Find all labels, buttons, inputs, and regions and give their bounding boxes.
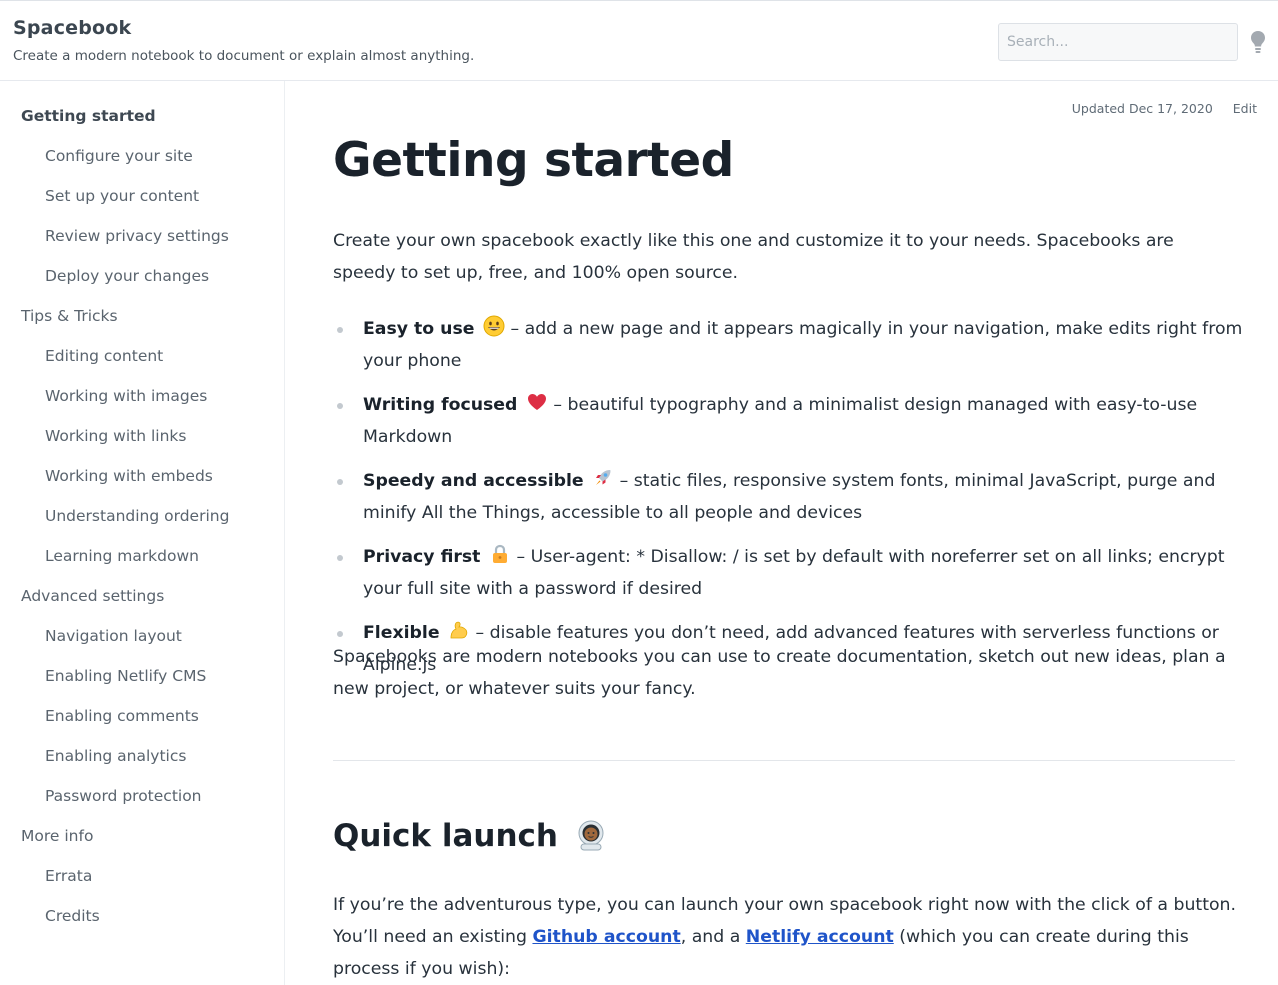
list-item: Speedy and accessible – static files, re… <box>333 465 1243 529</box>
feature-title: Privacy first <box>363 547 481 567</box>
sidebar-section-more-info[interactable]: More info <box>21 827 93 845</box>
feature-title: Speedy and accessible <box>363 471 584 491</box>
sidebar-item-working-with-images[interactable]: Working with images <box>45 387 207 405</box>
bullet-dot <box>337 631 343 637</box>
updated-date: Updated Dec 17, 2020 <box>1071 101 1213 116</box>
list-item: Privacy first – User-agent: * Disallow: … <box>333 541 1243 605</box>
sidebar-item-configure-your-site[interactable]: Configure your site <box>45 147 193 165</box>
sidebar-section-getting-started[interactable]: Getting started <box>21 107 156 125</box>
sidebar-item-enabling-analytics[interactable]: Enabling analytics <box>45 747 186 765</box>
bullet-dot <box>337 403 343 409</box>
sidebar-item-errata[interactable]: Errata <box>45 867 92 885</box>
sidebar-item-password-protection[interactable]: Password protection <box>45 787 202 805</box>
lightbulb-icon[interactable] <box>1249 29 1267 57</box>
sidebar-item-working-with-links[interactable]: Working with links <box>45 427 186 445</box>
feature-list: Easy to use – add a new page and it appe… <box>333 313 1243 693</box>
feature-title: Easy to use <box>363 319 475 339</box>
site-tagline: Create a modern notebook to document or … <box>13 48 475 64</box>
sidebar-item-review-privacy-settings[interactable]: Review privacy settings <box>45 227 229 245</box>
search-input[interactable] <box>998 23 1238 61</box>
site-title[interactable]: Spacebook <box>13 17 131 39</box>
main-content: Updated Dec 17, 2020 Edit Getting starte… <box>285 81 1278 985</box>
github-account-link[interactable]: Github account <box>532 927 680 947</box>
sidebar-section-tips-tricks[interactable]: Tips & Tricks <box>21 307 118 325</box>
edit-link[interactable]: Edit <box>1233 101 1257 116</box>
quick-launch-title: Quick launch <box>333 818 558 854</box>
sidebar-item-editing-content[interactable]: Editing content <box>45 347 163 365</box>
sidebar-item-working-with-embeds[interactable]: Working with embeds <box>45 467 213 485</box>
feature-title: Writing focused <box>363 395 518 415</box>
sidebar-item-credits[interactable]: Credits <box>45 907 100 925</box>
list-item: Writing focused – beautiful typography a… <box>333 389 1243 453</box>
bullet-dot <box>337 555 343 561</box>
astronaut-icon <box>578 820 604 851</box>
page-meta: Updated Dec 17, 2020 Edit <box>1072 101 1257 116</box>
section-divider <box>333 760 1235 761</box>
lock-icon <box>492 544 507 563</box>
quick-launch-heading: Quick launch <box>333 818 607 854</box>
sidebar-item-navigation-layout[interactable]: Navigation layout <box>45 627 182 645</box>
sidebar-item-set-up-your-content[interactable]: Set up your content <box>45 187 199 205</box>
list-item: Easy to use – add a new page and it appe… <box>333 313 1243 377</box>
netlify-account-link[interactable]: Netlify account <box>746 927 894 947</box>
sidebar-item-enabling-netlify-cms[interactable]: Enabling Netlify CMS <box>45 667 206 685</box>
sidebar-item-understanding-ordering[interactable]: Understanding ordering <box>45 507 229 525</box>
sidebar-item-learning-markdown[interactable]: Learning markdown <box>45 547 199 565</box>
page-title: Getting started <box>333 133 734 188</box>
sidebar-item-deploy-your-changes[interactable]: Deploy your changes <box>45 267 209 285</box>
flexed-biceps-icon <box>450 621 468 639</box>
sidebar-item-enabling-comments[interactable]: Enabling comments <box>45 707 199 725</box>
sidebar-nav: Getting started Configure your site Set … <box>0 81 285 985</box>
red-heart-icon <box>527 394 546 410</box>
site-header: Spacebook Create a modern notebook to do… <box>0 1 1278 81</box>
quick-launch-text-middle: , and a <box>680 927 746 947</box>
quick-launch-paragraph: If you’re the adventurous type, you can … <box>333 889 1238 985</box>
bullet-dot <box>337 479 343 485</box>
sidebar-section-advanced-settings[interactable]: Advanced settings <box>21 587 164 605</box>
intro-paragraph: Create your own spacebook exactly like t… <box>333 231 1174 283</box>
bullet-dot <box>337 327 343 333</box>
summary-paragraph: Spacebooks are modern notebooks you can … <box>333 647 1226 699</box>
rocket-icon <box>596 470 611 485</box>
feature-title: Flexible <box>363 623 440 643</box>
grinning-face-icon <box>483 315 505 337</box>
